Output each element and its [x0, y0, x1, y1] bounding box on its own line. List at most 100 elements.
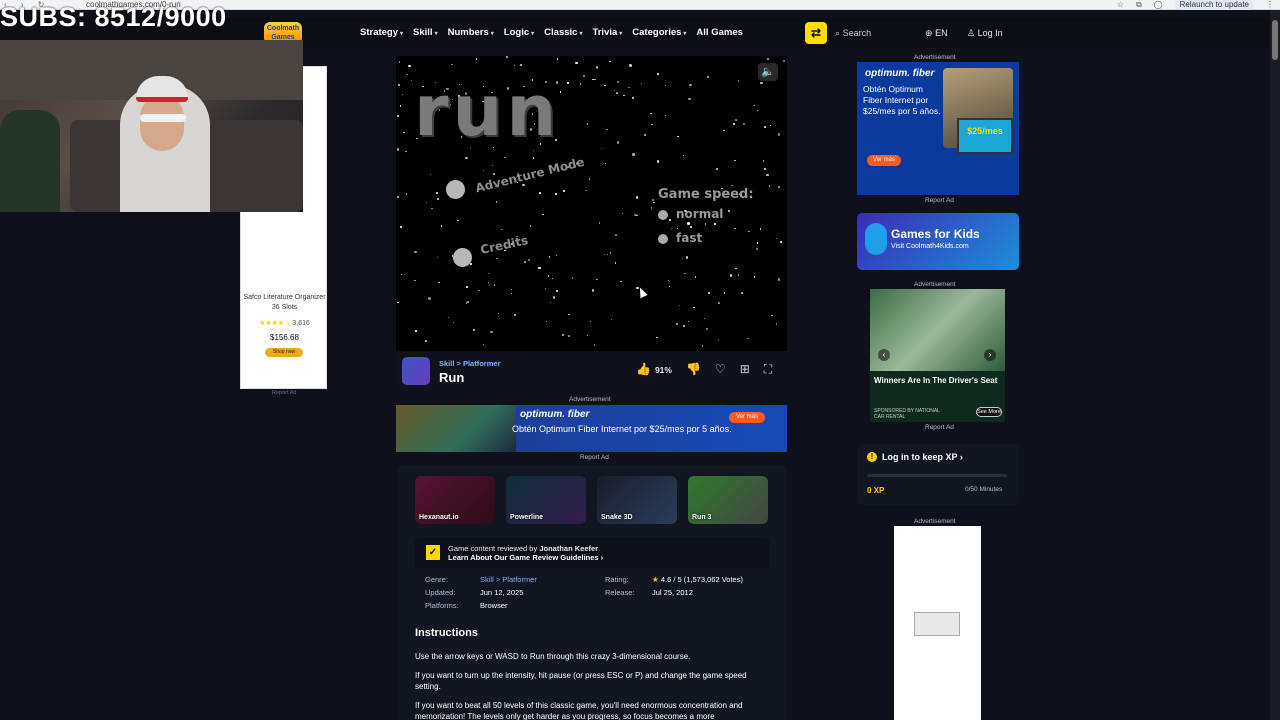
extensions-icon[interactable]: ⧉: [1136, 0, 1142, 10]
speed-fast-radio[interactable]: [658, 234, 668, 244]
star-particle: [775, 323, 778, 325]
advertisement-label: Advertisement: [914, 281, 956, 288]
menu-all-games[interactable]: All Games: [696, 27, 742, 38]
star-particle: [629, 64, 632, 67]
right-ad2-button[interactable]: See More: [976, 407, 1002, 417]
adventure-mode-button[interactable]: [446, 180, 465, 199]
heart-icon[interactable]: ♡: [715, 362, 726, 376]
right-ad-screen: $25/mes: [957, 118, 1013, 154]
genre-value[interactable]: Skill > Platformer: [480, 575, 537, 584]
banner-ad[interactable]: optimum. fiber Obtén Optimum Fiber Inter…: [396, 405, 787, 452]
menu-categories[interactable]: Categories ▾: [632, 27, 686, 38]
review-guidelines-link[interactable]: Learn About Our Game Review Guidelines ›: [448, 553, 603, 562]
speed-normal-label: normal: [676, 207, 724, 221]
xp-login-link[interactable]: Log in to keep XP ›: [882, 452, 963, 462]
platforms-value: Browser: [480, 601, 508, 610]
fullscreen-icon[interactable]: ⛶: [764, 362, 772, 377]
language-selector[interactable]: ⊕ EN: [925, 25, 948, 41]
star-particle: [555, 254, 558, 257]
star-particle: [399, 105, 402, 107]
report-ad-link[interactable]: Report Ad: [272, 390, 296, 396]
star-particle: [544, 287, 547, 290]
right-ad-fiber[interactable]: optimum. fiber Obtén Optimum Fiber Inter…: [857, 62, 1019, 195]
related-game[interactable]: Hexanaut.io: [415, 476, 495, 524]
star-particle: [436, 192, 438, 194]
star-particle: [681, 257, 684, 260]
browser-menu-icon[interactable]: ⋮: [1266, 0, 1274, 10]
game-thumbnail: [402, 357, 430, 385]
star-particle: [493, 284, 495, 286]
related-game-name: Run 3: [692, 514, 712, 521]
star-particle: [504, 156, 506, 159]
webcam-face: [140, 95, 184, 151]
report-ad-link[interactable]: Report Ad: [925, 197, 954, 204]
reviewer-name[interactable]: Jonathan Keefer: [539, 544, 598, 553]
menu-trivia[interactable]: Trivia ▾: [592, 27, 622, 38]
chevron-right-icon[interactable]: ›: [984, 349, 996, 361]
mute-icon[interactable]: 🔈: [758, 63, 778, 81]
star-particle: [397, 83, 401, 87]
menu-classic[interactable]: Classic ▾: [544, 27, 582, 38]
xp-amount: 0 XP: [867, 486, 885, 495]
menu-numbers[interactable]: Numbers ▾: [448, 27, 494, 38]
menu-strategy[interactable]: Strategy ▾: [360, 27, 403, 38]
star-particle: [436, 197, 440, 201]
star-particle: [556, 58, 559, 60]
profile-icon[interactable]: ◯: [1154, 0, 1163, 10]
relaunch-button[interactable]: Relaunch to update: [1174, 0, 1254, 10]
right-ad-button[interactable]: Ver más: [867, 155, 901, 166]
star-particle: [532, 157, 534, 159]
menu-label: All Games: [696, 27, 743, 38]
star-particle: [451, 63, 453, 66]
star-particle: [490, 330, 493, 334]
menu-skill[interactable]: Skill ▾: [413, 27, 438, 38]
star-particle: [522, 183, 525, 187]
credits-button[interactable]: [453, 248, 472, 267]
star-particle: [688, 86, 691, 88]
chevron-left-icon[interactable]: ‹: [878, 349, 890, 361]
star-particle: [756, 242, 759, 244]
star-particle: [425, 201, 428, 204]
bookmark-icon[interactable]: ⊞: [740, 362, 750, 376]
login-button[interactable]: ♙ Log In: [967, 25, 1003, 41]
star-particle: [742, 122, 746, 126]
right-ad-product[interactable]: [894, 526, 981, 720]
related-game[interactable]: Powerline: [506, 476, 586, 524]
globe-icon: ⊕: [925, 28, 933, 38]
bookmark-star-icon[interactable]: ☆: [1117, 0, 1124, 10]
right-ad-national[interactable]: ‹ › Winners Are In The Driver's Seat SPO…: [870, 289, 1005, 422]
chevron-down-icon: ▾: [683, 31, 687, 37]
games-for-kids-banner[interactable]: Games for Kids Visit Coolmath4Kids.com: [857, 213, 1019, 270]
banner-ad-button[interactable]: Ver más: [729, 412, 765, 423]
menu-logic[interactable]: Logic ▾: [504, 27, 534, 38]
menu-label: Classic: [544, 27, 578, 38]
star-particle: [688, 97, 691, 101]
star-particle: [723, 292, 726, 294]
report-ad-link[interactable]: Report Ad: [580, 454, 609, 461]
star-particle: [667, 279, 670, 282]
star-particle: [687, 222, 690, 225]
related-game[interactable]: Snake 3D: [597, 476, 677, 524]
scrollbar-thumb[interactable]: [1272, 20, 1278, 60]
related-game[interactable]: Run 3: [688, 476, 768, 524]
star-particle: [762, 160, 765, 162]
chevron-down-icon: ▾: [434, 31, 438, 37]
star-particle: [447, 316, 450, 319]
shuffle-button[interactable]: ⇄: [805, 22, 827, 44]
report-ad-link[interactable]: Report Ad: [925, 424, 954, 431]
related-game-name: Hexanaut.io: [419, 514, 459, 521]
search-button[interactable]: ⌕ Search: [835, 25, 915, 41]
speed-normal-radio[interactable]: [658, 210, 668, 220]
star-particle: [467, 301, 469, 303]
language-label: EN: [935, 28, 948, 38]
like-button[interactable]: 👍 91%: [636, 360, 672, 378]
star-particle: [737, 274, 740, 276]
thumbs-down-icon[interactable]: 👎: [686, 362, 701, 376]
star-particle: [763, 167, 767, 171]
left-ad-shop-button[interactable]: Shop now: [265, 348, 303, 357]
game-canvas[interactable]: run Adventure Mode Credits Game speed: n…: [396, 56, 787, 351]
advertisement-label: Advertisement: [914, 54, 956, 61]
game-category[interactable]: Skill > Platformer: [439, 359, 500, 368]
scrollbar[interactable]: [1270, 10, 1280, 720]
star-particle: [431, 207, 433, 210]
